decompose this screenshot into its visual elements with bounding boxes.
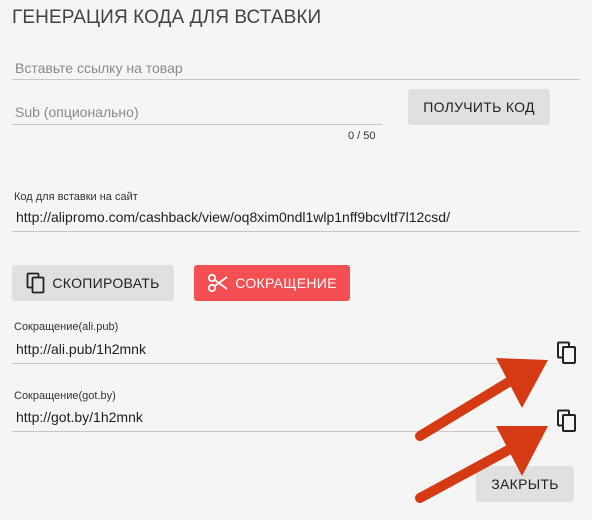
annotation-arrows: [415, 358, 548, 503]
arrow-to-got-copy-icon: [415, 426, 548, 503]
arrow-to-ali-copy-icon: [415, 358, 548, 441]
